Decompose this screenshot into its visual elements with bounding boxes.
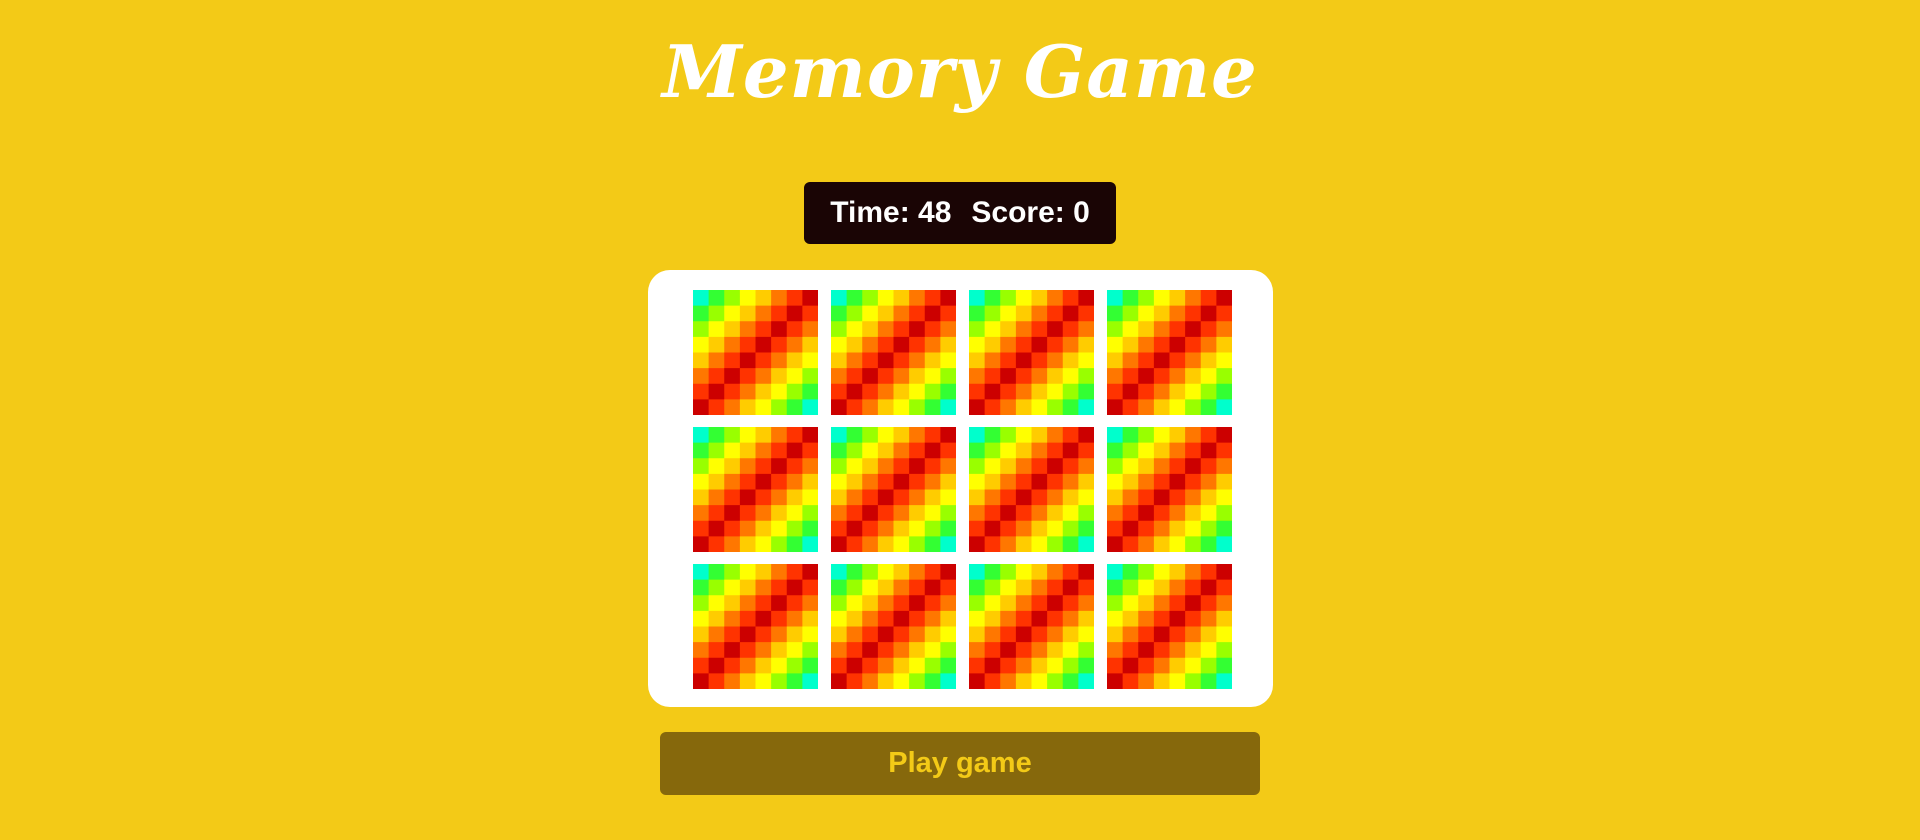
card-back-pattern [831,290,956,415]
memory-card[interactable] [693,564,818,689]
score-display: Score: 0 [971,196,1090,229]
card-back-pattern [1107,290,1232,415]
card-back-pattern [831,427,956,552]
card-back-pattern [969,290,1094,415]
memory-card[interactable] [831,564,956,689]
memory-card[interactable] [831,290,956,415]
memory-card[interactable] [1107,427,1232,552]
timer-display: Time: 48 [830,196,952,229]
card-back-pattern [693,564,818,689]
memory-card[interactable] [1107,290,1232,415]
card-back-pattern [693,290,818,415]
game-board [648,270,1273,707]
scoreboard: Time: 48 Score: 0 [804,182,1116,244]
memory-card[interactable] [1107,564,1232,689]
game-page: Memory Game Time: 48 Score: 0 Play game [0,0,1920,840]
card-back-pattern [1107,427,1232,552]
memory-card[interactable] [693,290,818,415]
memory-card[interactable] [693,427,818,552]
card-back-pattern [969,427,1094,552]
card-back-pattern [1107,564,1232,689]
memory-card[interactable] [969,290,1094,415]
page-title: Memory Game [662,29,1258,114]
card-back-pattern [969,564,1094,689]
card-back-pattern [831,564,956,689]
memory-card[interactable] [831,427,956,552]
play-game-button[interactable]: Play game [660,732,1260,795]
card-back-pattern [693,427,818,552]
memory-card[interactable] [969,427,1094,552]
card-grid [693,290,1232,689]
memory-card[interactable] [969,564,1094,689]
